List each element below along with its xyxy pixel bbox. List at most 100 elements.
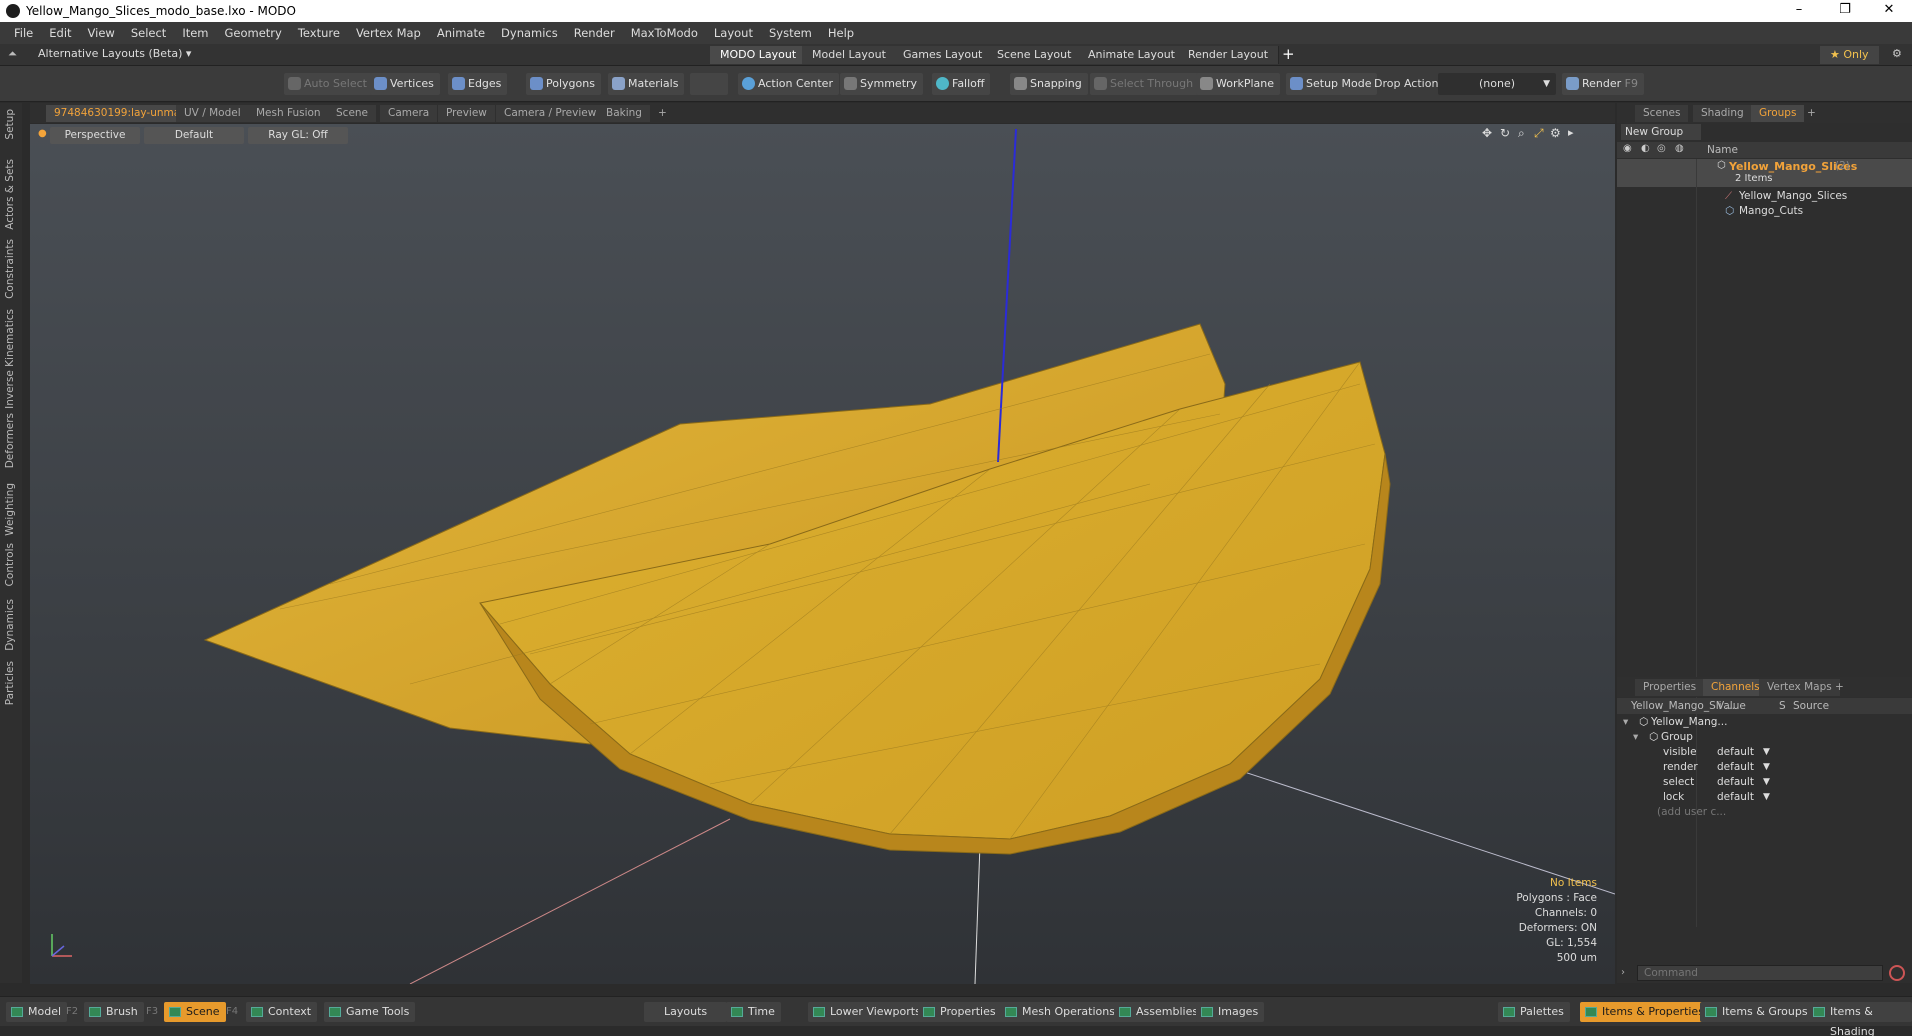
menu-vertex-map[interactable]: Vertex Map <box>348 22 429 44</box>
time-button[interactable]: Time <box>726 1002 781 1022</box>
tab-scene[interactable]: Scene <box>328 105 377 122</box>
expand-icon[interactable]: ▾ <box>1633 730 1638 745</box>
falloff-button[interactable]: Falloff <box>932 73 991 95</box>
table-row[interactable]: render default ▼ <box>1617 760 1912 775</box>
tab-camera[interactable]: Camera <box>380 105 438 122</box>
tab-shading[interactable]: Shading <box>1693 105 1752 122</box>
properties-button[interactable]: Properties <box>918 1002 1002 1022</box>
palettes-button[interactable]: Palettes <box>1498 1002 1570 1022</box>
chevron-down-icon[interactable]: ▼ <box>1763 775 1770 790</box>
tab-camera-preview[interactable]: Camera / Preview <box>496 105 605 122</box>
3d-viewport[interactable]: ✥ ↻ ⌕ ⤢ ⚙ ▸ No Items Polygons : Face Cha… <box>30 124 1615 984</box>
command-stop-icon[interactable] <box>1889 965 1905 981</box>
lock-icon[interactable]: ◍ <box>1675 143 1684 154</box>
table-row[interactable]: visible default ▼ <box>1617 745 1912 760</box>
items-shading-button[interactable]: Items & Shading <box>1808 1002 1912 1036</box>
tab-preview[interactable]: Preview <box>438 105 495 122</box>
add-user-channel-row[interactable]: (add user c... <box>1617 805 1912 820</box>
expand-icon[interactable]: ▾ <box>1623 715 1628 730</box>
menu-system[interactable]: System <box>761 22 820 44</box>
selection-mode-toggle[interactable] <box>690 73 728 95</box>
tab-scenes[interactable]: Scenes <box>1635 105 1689 122</box>
auto-select-button[interactable]: Auto Select <box>284 73 373 95</box>
menu-render[interactable]: Render <box>566 22 623 44</box>
only-toggle[interactable]: ★ Only <box>1820 46 1879 64</box>
tab-animate-layout[interactable]: Animate Layout <box>1078 46 1186 64</box>
layout-pin-icon[interactable]: ⏶ <box>8 47 17 61</box>
menu-view[interactable]: View <box>80 22 123 44</box>
new-group-button[interactable]: New Group <box>1621 124 1701 140</box>
view-type-button[interactable]: Perspective <box>50 127 140 144</box>
layout-switcher[interactable]: Alternative Layouts (Beta) ▾ <box>38 47 191 60</box>
rotate-icon[interactable]: ↻ <box>1500 126 1510 140</box>
select-through-button[interactable]: Select Through <box>1090 73 1200 95</box>
mesh-operations-button[interactable]: Mesh Operations <box>1000 1002 1121 1022</box>
materials-button[interactable]: Materials <box>608 73 685 95</box>
lower-viewports-button[interactable]: Lower Viewports <box>808 1002 927 1022</box>
minimize-button[interactable]: – <box>1776 0 1822 22</box>
select-toggle-icon[interactable]: ◎ <box>1657 143 1666 154</box>
menu-geometry[interactable]: Geometry <box>217 22 290 44</box>
pan-icon[interactable]: ✥ <box>1482 126 1492 140</box>
tab-channels[interactable]: Channels <box>1703 679 1768 696</box>
tab-modo-layout[interactable]: MODO Layout <box>710 46 808 64</box>
channel-group-row[interactable]: ▾ ⬡ Group <box>1617 730 1912 745</box>
tab-scene-layout[interactable]: Scene Layout <box>987 46 1083 64</box>
menu-texture[interactable]: Texture <box>290 22 348 44</box>
close-button[interactable]: ✕ <box>1866 0 1912 22</box>
side-tab-setup[interactable]: Setup <box>4 109 16 140</box>
table-row[interactable]: select default ▼ <box>1617 775 1912 790</box>
tab-properties[interactable]: Properties <box>1635 679 1705 696</box>
zoom-icon[interactable]: ⌕ <box>1518 126 1525 141</box>
render-toggle-icon[interactable]: ◐ <box>1641 143 1650 154</box>
viewport-more-icon[interactable]: ▸ <box>1568 126 1574 139</box>
fit-icon[interactable]: ⤢ <box>1534 126 1544 141</box>
side-tab-actors-sets[interactable]: Actors & Sets <box>4 159 16 230</box>
setup-mode-button[interactable]: Setup Mode <box>1286 73 1378 95</box>
context-button[interactable]: Context <box>246 1002 318 1022</box>
menu-select[interactable]: Select <box>123 22 174 44</box>
channel-value[interactable]: default <box>1717 775 1754 790</box>
channel-value[interactable]: default <box>1717 745 1754 760</box>
channel-root-row[interactable]: ▾ ⬡ Yellow_Mang... <box>1617 715 1912 730</box>
shading-mode-button[interactable]: Default <box>144 127 244 144</box>
menu-edit[interactable]: Edit <box>41 22 79 44</box>
brush-button[interactable]: Brush <box>84 1002 144 1022</box>
tab-uv-model[interactable]: UV / Model <box>176 105 249 122</box>
tab-games-layout[interactable]: Games Layout <box>893 46 994 64</box>
game-tools-button[interactable]: Game Tools <box>324 1002 416 1022</box>
menu-dynamics[interactable]: Dynamics <box>493 22 566 44</box>
items-groups-button[interactable]: Items & Groups <box>1700 1002 1814 1022</box>
chevron-down-icon[interactable]: ▼ <box>1763 745 1770 760</box>
add-channels-tab-button[interactable]: + <box>1827 679 1852 696</box>
model-button[interactable]: Model <box>6 1002 68 1022</box>
layouts-button[interactable]: Layouts <box>644 1002 728 1022</box>
side-tab-dynamics[interactable]: Dynamics <box>4 599 16 651</box>
side-tab-inverse-kinematics[interactable]: Inverse Kinematics <box>4 309 16 409</box>
side-tab-particles[interactable]: Particles <box>4 661 16 705</box>
side-tab-weighting[interactable]: Weighting <box>4 483 16 536</box>
command-input[interactable] <box>1637 965 1883 981</box>
add-tab-button[interactable]: + <box>650 105 675 122</box>
menu-item[interactable]: Item <box>174 22 216 44</box>
drop-action-select[interactable]: (none) ▼ <box>1438 73 1556 95</box>
polygons-button[interactable]: Polygons <box>526 73 601 95</box>
menu-animate[interactable]: Animate <box>429 22 493 44</box>
tab-groups[interactable]: Groups <box>1751 105 1805 122</box>
vertices-button[interactable]: Vertices <box>370 73 440 95</box>
scene-button[interactable]: Scene <box>164 1002 226 1022</box>
render-button[interactable]: Render F9 <box>1562 73 1644 95</box>
chevron-down-icon[interactable]: ▼ <box>1763 790 1770 805</box>
channel-value[interactable]: default <box>1717 760 1754 775</box>
menu-maxtomodo[interactable]: MaxToModo <box>623 22 706 44</box>
side-tab-controls[interactable]: Controls <box>4 543 16 586</box>
workplane-button[interactable]: WorkPlane <box>1196 73 1281 95</box>
chevron-down-icon[interactable]: ▼ <box>1763 760 1770 775</box>
maximize-button[interactable]: ❐ <box>1822 0 1868 22</box>
gear-icon[interactable]: ⚙ <box>1892 47 1902 60</box>
symmetry-button[interactable]: Symmetry <box>840 73 924 95</box>
menu-help[interactable]: Help <box>820 22 862 44</box>
snapping-button[interactable]: Snapping <box>1010 73 1088 95</box>
edges-button[interactable]: Edges <box>448 73 508 95</box>
add-layout-button[interactable]: + <box>1282 45 1295 63</box>
